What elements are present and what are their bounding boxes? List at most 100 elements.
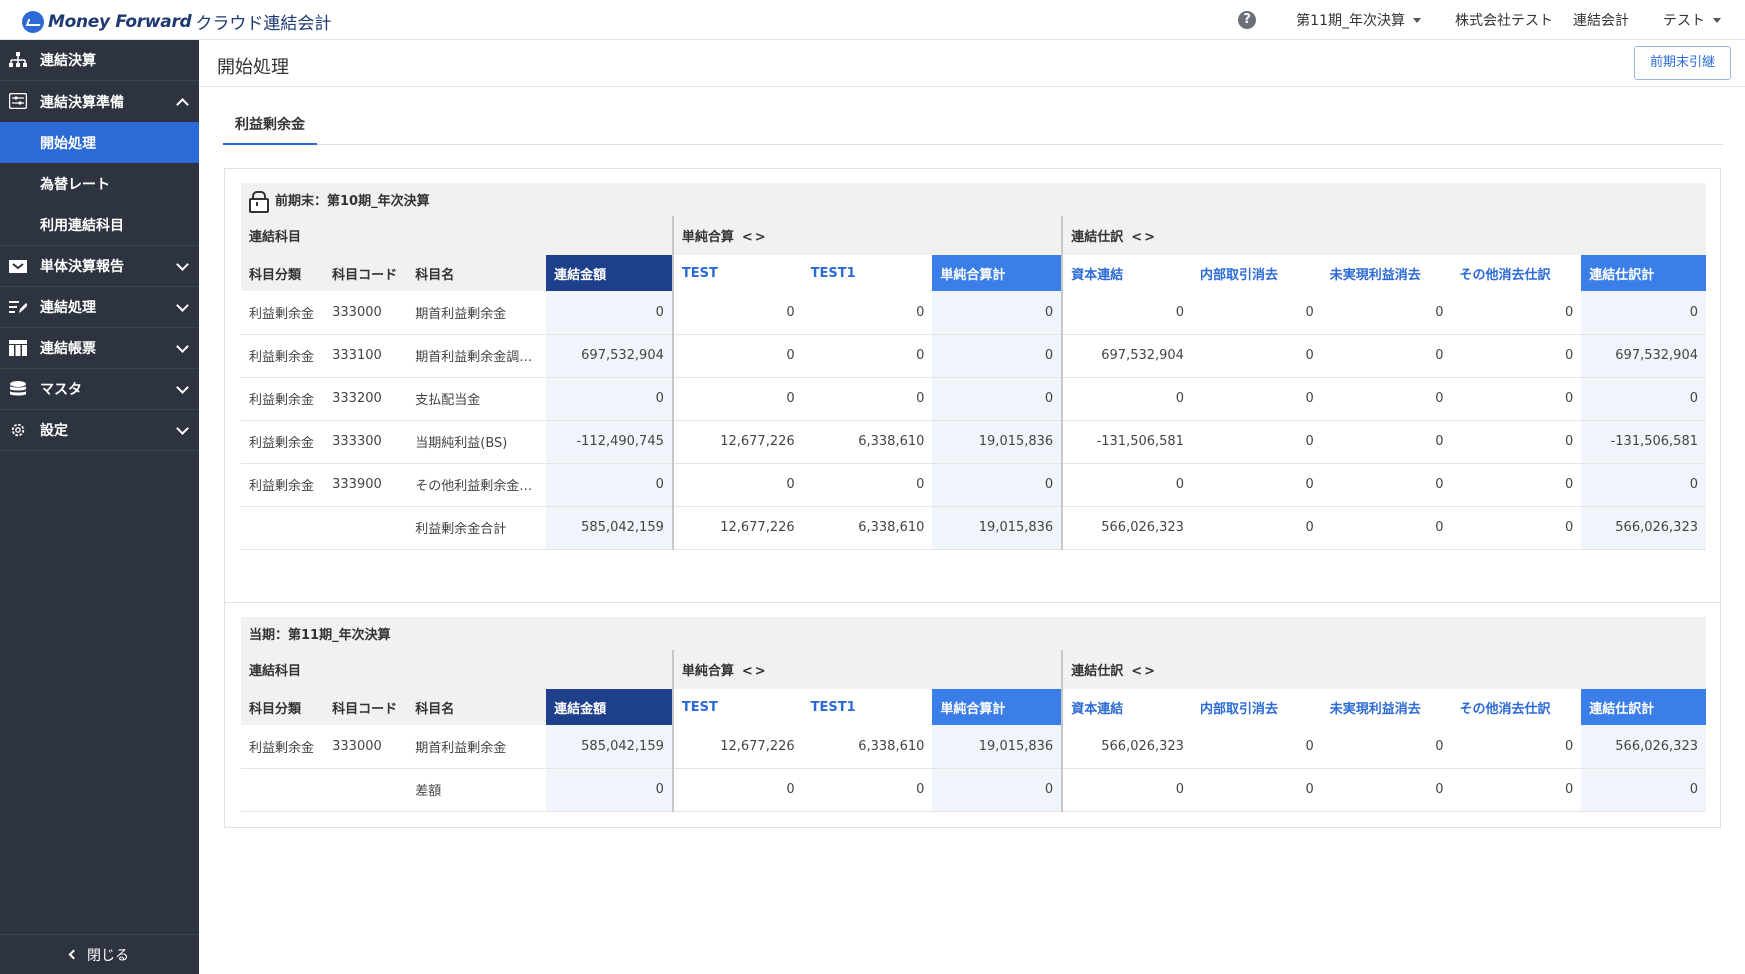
table-cell: 333300 (324, 420, 408, 464)
current-period-title: 当期：第11期_年次決算 (249, 628, 391, 643)
table-cell: 333200 (324, 377, 408, 421)
col-intercompany[interactable]: 内部取引消去 (1191, 255, 1322, 291)
group-elim-header: 連結仕訳 <> (1061, 216, 1706, 255)
org-chart-icon (9, 52, 27, 67)
table-cell: 0 (1061, 768, 1192, 812)
sidebar-subitem-opening[interactable]: 開始処理 (0, 122, 199, 163)
col-test1[interactable]: TEST1 (802, 689, 933, 725)
table-cell: その他利益剰余金変... (407, 463, 547, 507)
expand-collapse-icon[interactable]: <> (1131, 664, 1157, 679)
main-content: 開始処理 前期末引継 利益剰余金 前期末：第10期_年次決算 連結科目 単純合算… (199, 40, 1745, 974)
table-cell: 0 (802, 768, 933, 812)
sidebar-item-master[interactable]: マスタ (0, 369, 199, 410)
table-cell: 0 (932, 334, 1063, 378)
table-cell: 利益剰余金 (241, 463, 325, 507)
sidebar-close-button[interactable]: 閉じる (0, 934, 199, 974)
current-period-panel: 当期：第11期_年次決算 連結科目 単純合算 <> 連結仕訳 <> 科目分類 科目コ… (224, 602, 1721, 828)
expand-collapse-icon[interactable]: <> (1131, 230, 1157, 245)
help-icon[interactable]: ? (1238, 11, 1257, 29)
col-unrealized[interactable]: 未実現利益消去 (1321, 689, 1452, 725)
table-cell: 0 (1451, 463, 1582, 507)
table-cell: 19,015,836 (932, 506, 1063, 550)
app-logo[interactable]: Money Forward クラウド連結会計 (22, 9, 331, 34)
table-cell (324, 506, 408, 550)
table-row: 利益剰余金合計 585,042,159 12,677,226 6,338,610 19,… (241, 506, 1706, 550)
sliders-icon (9, 93, 27, 109)
money-forward-logo-icon (22, 10, 44, 33)
table-row: 利益剰余金 333100 期首利益剰余金調整額 697,532,904 0 0 0 697,5… (241, 334, 1706, 378)
tab-retained-earnings[interactable]: 利益剰余金 (223, 112, 317, 145)
table-cell: 期首利益剰余金調整額 (407, 334, 547, 378)
col-other-elim[interactable]: その他消去仕訳 (1451, 255, 1582, 291)
database-icon (10, 381, 26, 396)
table-cell: 0 (1321, 420, 1452, 464)
col-test1[interactable]: TEST1 (802, 255, 933, 291)
current-period-header: 当期：第11期_年次決算 (241, 617, 1706, 650)
expand-collapse-icon[interactable]: <> (742, 664, 768, 679)
sidebar-item-label: 連結帳票 (40, 341, 96, 357)
table-cell: 0 (1321, 768, 1452, 812)
table-cell: 0 (671, 377, 803, 421)
expand-collapse-icon[interactable]: <> (742, 230, 768, 245)
sidebar-item-label: 連結決算 (40, 53, 96, 69)
col-unrealized[interactable]: 未実現利益消去 (1321, 255, 1452, 291)
prior-table: 連結科目 単純合算 <> 連結仕訳 <> 科目分類 科目コード 科目名 連結金額 T… (241, 216, 1706, 550)
table-cell: 0 (1321, 377, 1452, 421)
brand-name: Money Forward (48, 11, 192, 32)
col-intercompany[interactable]: 内部取引消去 (1191, 689, 1322, 725)
table-cell: 0 (932, 463, 1063, 507)
period-selector[interactable]: 第11期_年次決算 (1296, 10, 1421, 30)
table-cell: 0 (671, 334, 803, 378)
col-capital[interactable]: 資本連結 (1061, 255, 1192, 291)
sidebar-item-settings[interactable]: 設定 (0, 410, 199, 451)
user-menu[interactable]: テスト (1663, 10, 1721, 30)
top-header: Money Forward クラウド連結会計 ? 第11期_年次決算 株式会社テ… (0, 0, 1745, 40)
table-cell: 0 (1451, 377, 1582, 421)
table-cell: 697,532,904 (546, 334, 673, 378)
table-cell: 利益剰余金 (241, 334, 325, 378)
table-cell: 0 (1451, 334, 1582, 378)
table-cell: 0 (1581, 377, 1706, 421)
sidebar-item-entity-report[interactable]: 単体決算報告 (0, 246, 199, 287)
prior-period-panel: 前期末：第10期_年次決算 連結科目 単純合算 <> 連結仕訳 <> 科目分類 科目… (224, 168, 1721, 610)
col-other-elim[interactable]: その他消去仕訳 (1451, 689, 1582, 725)
table-cell: 585,042,159 (546, 506, 673, 550)
chevron-down-icon (176, 340, 189, 353)
table-cell: 0 (1321, 725, 1452, 769)
table-cell: 333000 (324, 291, 408, 335)
sidebar-item-consolidation[interactable]: 連結決算 (0, 40, 199, 81)
table-cell: 0 (802, 377, 933, 421)
col-name: 科目名 (407, 255, 547, 291)
gear-icon (11, 423, 25, 437)
sidebar-item-processing[interactable]: 連結処理 (0, 287, 199, 328)
col-capital[interactable]: 資本連結 (1061, 689, 1192, 725)
table-cell: 0 (1451, 768, 1582, 812)
table-cell: 6,338,610 (802, 725, 933, 769)
table-cell: 0 (1191, 291, 1322, 335)
col-consolidated-amount: 連結金額 (546, 689, 673, 725)
current-table: 連結科目 単純合算 <> 連結仕訳 <> 科目分類 科目コード 科目名 連結金額 T… (241, 650, 1706, 812)
sidebar-subitem-accounts[interactable]: 利用連結科目 (0, 204, 199, 245)
table-cell: 0 (671, 768, 803, 812)
col-test[interactable]: TEST (671, 689, 803, 725)
table-cell: 0 (802, 291, 933, 335)
col-test[interactable]: TEST (671, 255, 803, 291)
sidebar-item-label: 単体決算報告 (40, 259, 124, 275)
sidebar-item-preparation[interactable]: 連結決算準備 (0, 81, 199, 122)
product-short-name: 連結会計 (1573, 13, 1629, 29)
table-cell: 0 (1321, 506, 1452, 550)
table-cell: 0 (1191, 463, 1322, 507)
sidebar-item-reports[interactable]: 連結帳票 (0, 328, 199, 369)
table-cell: 期首利益剰余金 (407, 291, 547, 335)
table-cell: 利益剰余金 (241, 291, 325, 335)
carry-forward-button[interactable]: 前期末引継 (1634, 46, 1731, 80)
table-cell: 12,677,226 (671, 420, 803, 464)
sidebar-subitem-exchange-rate[interactable]: 為替レート (0, 163, 199, 204)
table-cell: 697,532,904 (1581, 334, 1706, 378)
group-elim-header: 連結仕訳 <> (1061, 650, 1706, 689)
table-cell: 333900 (324, 463, 408, 507)
chevron-up-icon (176, 98, 189, 111)
table-row: 利益剰余金 333200 支払配当金 0 0 0 0 0 0 0 0 0 (241, 377, 1706, 421)
table-cell: 0 (546, 377, 673, 421)
table-cell: 0 (1451, 506, 1582, 550)
